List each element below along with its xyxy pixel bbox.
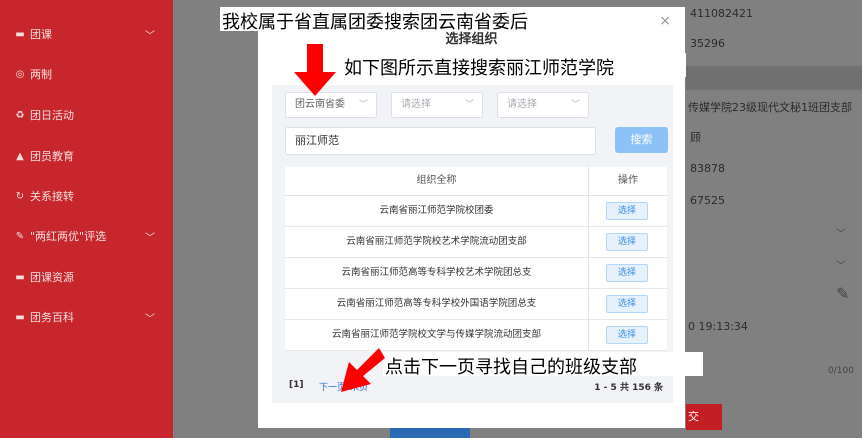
folder-icon: ▬ — [15, 271, 25, 283]
table-row: 云南省丽江师范高等专科学校艺术学院团总支 选择 — [285, 258, 667, 289]
folder-icon: ▬ — [15, 311, 25, 323]
submit-button-label: 交 — [688, 410, 699, 423]
current-page: [1] — [289, 380, 304, 390]
sidebar-item-label: 团务百科 — [30, 311, 74, 324]
recycle-icon: ♻ — [15, 109, 25, 121]
search-button[interactable]: 搜索 — [615, 127, 668, 153]
select-button[interactable]: 选择 — [606, 295, 648, 313]
action-cell: 选择 — [588, 289, 667, 319]
background-field-value: 传媒学院23级现代文秘1班团支部 — [688, 101, 852, 114]
edit-icon: ✎ — [15, 230, 25, 242]
background-field-value: 67525 — [690, 194, 725, 207]
table-row: 云南省丽江师范学院校团委 选择 — [285, 196, 667, 227]
submit-button[interactable]: 交 — [686, 404, 722, 430]
chevron-down-icon: ﹀ — [145, 313, 155, 325]
sidebar-item-label: 两制 — [30, 68, 52, 81]
select-button[interactable]: 选择 — [606, 202, 648, 220]
sidebar-item-label: 团员教育 — [30, 150, 74, 163]
chevron-down-icon: ﹀ — [145, 232, 155, 244]
background-field-value: 83878 — [690, 162, 725, 175]
pagination: [1] 下一页 末页 1 - 5 共 156 条 — [272, 377, 673, 395]
org-name: 云南省丽江师范学院校艺术学院流动团支部 — [346, 236, 527, 247]
chevron-down-icon: ﹀ — [836, 261, 846, 272]
sidebar-item-label: 团课资源 — [30, 271, 74, 284]
annotation-top: 我校属于省直属团委搜索团云南省委后 — [222, 12, 528, 33]
org-search-input[interactable]: 丽江师范 — [285, 127, 596, 155]
select-button[interactable]: 选择 — [606, 326, 648, 344]
background-field-value: 411082421 — [690, 7, 753, 20]
chevron-down-icon: ﹀ — [836, 229, 846, 240]
annotation-bottom: 点击下一页寻找自己的班级支部 — [385, 357, 637, 378]
sidebar-item-label: 团课 — [30, 28, 52, 41]
org-name: 云南省丽江师范高等专科学校艺术学院团总支 — [341, 267, 532, 278]
table-header: 组织全称 操作 — [285, 167, 667, 196]
sidebar-item-baike[interactable]: ▬ 团务百科 ﹀ — [0, 297, 173, 337]
select-placeholder: 请选择 — [401, 99, 431, 110]
sidebar-item-ziyuan[interactable]: ▬ 团课资源 — [0, 257, 173, 297]
select-button[interactable]: 选择 — [606, 233, 648, 251]
sidebar-item-label: "两红两优"评选 — [30, 230, 107, 243]
folder-icon: ▬ — [15, 28, 25, 40]
background-field-value: 35296 — [690, 37, 725, 50]
sidebar-item-jiezhuan[interactable]: ↻ 关系接转 — [0, 176, 173, 216]
background-button[interactable] — [390, 428, 470, 438]
sidebar-item-tuanri[interactable]: ♻ 团日活动 — [0, 95, 173, 135]
chevron-down-icon: ﹀ — [570, 100, 580, 110]
action-cell: 选择 — [588, 227, 667, 257]
select-button[interactable]: 选择 — [606, 264, 648, 282]
arrow-down-icon — [294, 44, 336, 96]
table-row: 云南省丽江师范高等专科学校外国语学院团总支 选择 — [285, 289, 667, 320]
column-header-name: 组织全称 — [416, 175, 457, 186]
background-field-value: 0 19:13:34 — [688, 320, 748, 333]
char-counter: 0/100 — [828, 366, 854, 376]
column-header-action: 操作 — [588, 167, 667, 195]
sidebar-item-jiaoyu[interactable]: ▲ 团员教育 — [0, 136, 173, 176]
target-icon: ◎ — [15, 68, 25, 80]
chevron-down-icon: ﹀ — [358, 100, 368, 110]
action-cell: 选择 — [588, 258, 667, 288]
org-name: 云南省丽江师范学院校团委 — [379, 205, 494, 216]
sidebar-item-tuanke[interactable]: ▬ 团课 ﹀ — [0, 14, 173, 54]
chevron-down-icon: ﹀ — [145, 30, 155, 42]
edit-icon: ✎ — [836, 284, 850, 303]
table-row: 云南省丽江师范学院校艺术学院流动团支部 选择 — [285, 227, 667, 258]
district-select[interactable]: 请选择 ﹀ — [497, 92, 589, 118]
record-count: 1 - 5 共 156 条 — [594, 383, 663, 393]
action-cell: 选择 — [588, 196, 667, 226]
sidebar: ▬ 团课 ﹀ ◎ 两制 ♻ 团日活动 ▲ 团员教育 ↻ 关系接转 ✎ "两红两优… — [0, 0, 173, 438]
annotation-middle: 如下图所示直接搜索丽江师范学院 — [344, 58, 614, 79]
select-value: 团云南省委 — [295, 99, 345, 110]
org-name: 云南省丽江师范学院校文学与传媒学院流动团支部 — [331, 329, 541, 340]
city-select[interactable]: 请选择 ﹀ — [391, 92, 483, 118]
sidebar-item-label: 团日活动 — [30, 109, 74, 122]
chevron-down-icon: ﹀ — [464, 100, 474, 110]
graduation-cap-icon: ▲ — [16, 150, 24, 162]
background-field-value: 顾 — [690, 131, 701, 144]
select-placeholder: 请选择 — [507, 99, 537, 110]
close-icon[interactable]: × — [659, 13, 671, 29]
org-name: 云南省丽江师范高等专科学校外国语学院团总支 — [336, 298, 537, 309]
arrow-down-left-icon — [341, 348, 385, 392]
refresh-icon: ↻ — [15, 190, 25, 202]
background-header-band — [686, 66, 862, 90]
org-table: 组织全称 操作 云南省丽江师范学院校团委 选择 云南省丽江师范学院校艺术学院流动… — [285, 167, 667, 351]
sidebar-item-liangzhi[interactable]: ◎ 两制 — [0, 54, 173, 94]
sidebar-item-pingxuan[interactable]: ✎ "两红两优"评选 ﹀ — [0, 216, 173, 256]
action-cell: 选择 — [588, 320, 667, 350]
sidebar-item-label: 关系接转 — [30, 190, 74, 203]
